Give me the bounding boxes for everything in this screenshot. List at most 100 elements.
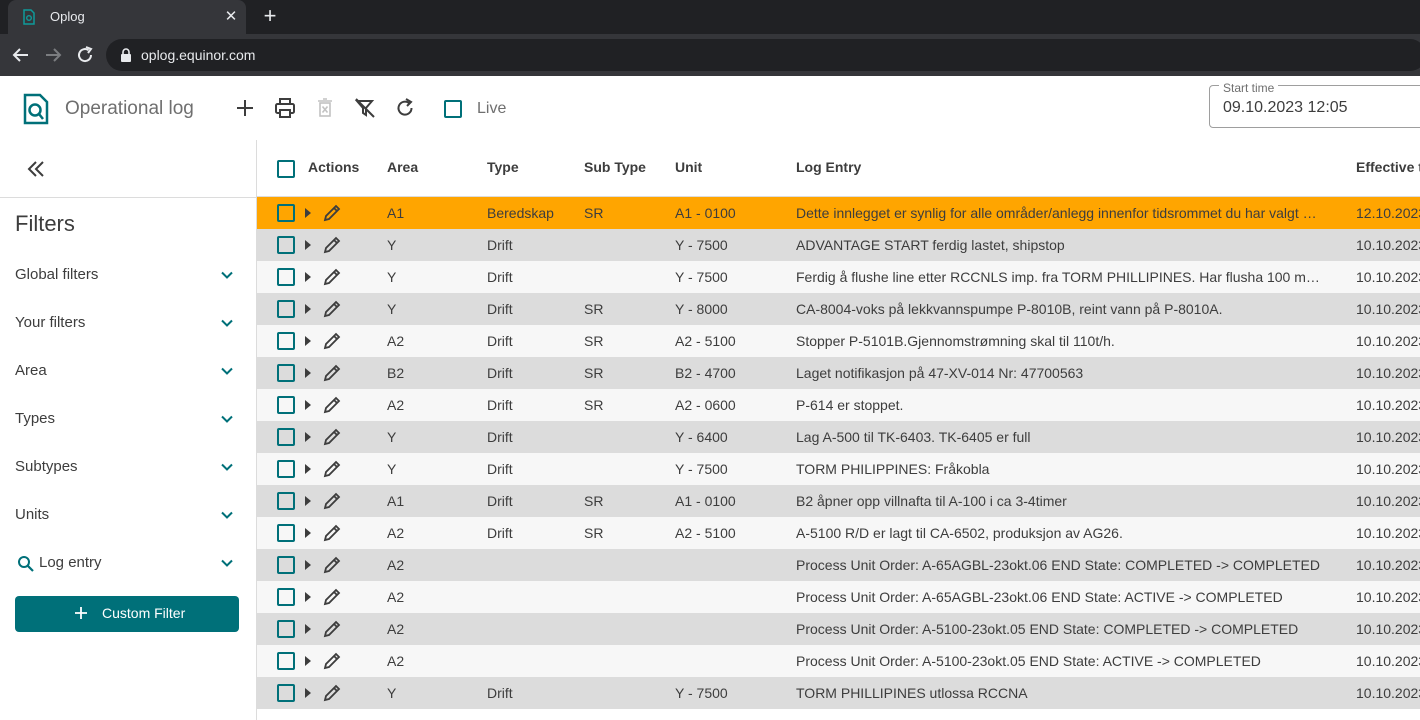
close-tab-icon[interactable]: ✕: [221, 7, 241, 27]
custom-filter-button[interactable]: Custom Filter: [15, 596, 239, 632]
header-area[interactable]: Area: [387, 159, 418, 175]
reload-icon[interactable]: [73, 43, 97, 67]
edit-pencil-icon[interactable]: [322, 235, 342, 255]
table-row[interactable]: A2 Drift SR A2 - 5100 Stopper P-5101B.Gjenno…: [257, 325, 1420, 357]
table-row[interactable]: Y Drift Y - 7500 ADVANTAGE START ferdig las…: [257, 229, 1420, 261]
expand-row-icon[interactable]: [305, 464, 311, 474]
header-sub-type[interactable]: Sub Type: [584, 159, 646, 175]
clear-filter-icon[interactable]: [353, 96, 377, 120]
row-checkbox[interactable]: [277, 492, 295, 510]
chevron-down-icon: [221, 319, 233, 327]
forward-arrow-icon[interactable]: [41, 43, 65, 67]
expand-row-icon[interactable]: [305, 400, 311, 410]
filter-area[interactable]: Area: [0, 352, 256, 392]
filter-your[interactable]: Your filters: [0, 304, 256, 344]
delete-icon[interactable]: [313, 96, 337, 120]
cell-effective-time: 10.10.2023: [1356, 493, 1420, 509]
table-row[interactable]: A2 Process Unit Order: A-65AGBL-23okt.06 …: [257, 581, 1420, 613]
cell-sub-type: SR: [584, 525, 604, 541]
table-row[interactable]: Y Drift Y - 7500 Ferdig å flushe line etter…: [257, 261, 1420, 293]
expand-row-icon[interactable]: [305, 656, 311, 666]
row-checkbox[interactable]: [277, 268, 295, 286]
table-row[interactable]: Y Drift Y - 7500 TORM PHILLIPINES utlossa R…: [257, 677, 1420, 709]
cell-log-entry: Process Unit Order: A-65AGBL-23okt.06 EN…: [796, 557, 1321, 573]
edit-pencil-icon[interactable]: [322, 619, 342, 639]
expand-row-icon[interactable]: [305, 432, 311, 442]
edit-pencil-icon[interactable]: [322, 459, 342, 479]
expand-row-icon[interactable]: [305, 336, 311, 346]
edit-pencil-icon[interactable]: [322, 427, 342, 447]
expand-row-icon[interactable]: [305, 272, 311, 282]
filter-types[interactable]: Types: [0, 400, 256, 440]
filter-log-entry[interactable]: Log entry: [0, 544, 256, 584]
edit-pencil-icon[interactable]: [322, 299, 342, 319]
expand-row-icon[interactable]: [305, 592, 311, 602]
row-checkbox[interactable]: [277, 300, 295, 318]
row-checkbox[interactable]: [277, 652, 295, 670]
browser-tab[interactable]: Oplog ✕: [8, 0, 246, 34]
edit-pencil-icon[interactable]: [322, 491, 342, 511]
row-checkbox[interactable]: [277, 556, 295, 574]
row-checkbox[interactable]: [277, 684, 295, 702]
expand-row-icon[interactable]: [305, 624, 311, 634]
table-row[interactable]: A2 Process Unit Order: A-5100-23okt.05 EN…: [257, 613, 1420, 645]
table-row[interactable]: Y Drift SR Y - 8000 CA-8004-voks på lekkvann…: [257, 293, 1420, 325]
row-checkbox[interactable]: [277, 428, 295, 446]
edit-pencil-icon[interactable]: [322, 363, 342, 383]
header-type[interactable]: Type: [487, 159, 519, 175]
row-checkbox[interactable]: [277, 588, 295, 606]
expand-row-icon[interactable]: [305, 368, 311, 378]
table-row[interactable]: A2 Process Unit Order: A-5100-23okt.05 EN…: [257, 645, 1420, 677]
edit-pencil-icon[interactable]: [322, 395, 342, 415]
cell-sub-type: SR: [584, 493, 604, 509]
row-checkbox[interactable]: [277, 364, 295, 382]
row-checkbox[interactable]: [277, 460, 295, 478]
filter-global[interactable]: Global filters: [0, 256, 256, 296]
table-row[interactable]: B2 Drift SR B2 - 4700 Laget notifikasjon på …: [257, 357, 1420, 389]
select-all-checkbox[interactable]: [277, 160, 295, 178]
row-checkbox[interactable]: [277, 620, 295, 638]
table-row[interactable]: A2 Process Unit Order: A-65AGBL-23okt.06 …: [257, 549, 1420, 581]
expand-row-icon[interactable]: [305, 496, 311, 506]
expand-row-icon[interactable]: [305, 528, 311, 538]
row-checkbox[interactable]: [277, 204, 295, 222]
row-checkbox[interactable]: [277, 332, 295, 350]
refresh-icon[interactable]: [393, 96, 417, 120]
row-checkbox[interactable]: [277, 236, 295, 254]
cell-type: Beredskap: [487, 205, 554, 221]
address-bar[interactable]: oplog.equinor.com: [106, 39, 1420, 71]
print-icon[interactable]: [273, 96, 297, 120]
edit-pencil-icon[interactable]: [322, 203, 342, 223]
table-row[interactable]: Y Drift Y - 6400 Lag A-500 til TK-6403. TK-…: [257, 421, 1420, 453]
expand-row-icon[interactable]: [305, 304, 311, 314]
expand-row-icon[interactable]: [305, 688, 311, 698]
table-row[interactable]: A2 Drift SR A2 - 0600 P-614 er stoppet. 10.10…: [257, 389, 1420, 421]
cell-area: Y: [387, 269, 397, 285]
back-arrow-icon[interactable]: [9, 43, 33, 67]
live-checkbox[interactable]: [444, 100, 462, 118]
header-effective-time[interactable]: Effective ti: [1356, 159, 1420, 175]
expand-row-icon[interactable]: [305, 560, 311, 570]
edit-pencil-icon[interactable]: [322, 683, 342, 703]
edit-pencil-icon[interactable]: [322, 587, 342, 607]
new-tab-button[interactable]: +: [258, 5, 282, 29]
collapse-sidebar-icon[interactable]: [24, 157, 48, 181]
expand-row-icon[interactable]: [305, 208, 311, 218]
edit-pencil-icon[interactable]: [322, 267, 342, 287]
row-checkbox[interactable]: [277, 396, 295, 414]
edit-pencil-icon[interactable]: [322, 331, 342, 351]
expand-row-icon[interactable]: [305, 240, 311, 250]
header-unit[interactable]: Unit: [675, 159, 702, 175]
edit-pencil-icon[interactable]: [322, 651, 342, 671]
table-row[interactable]: A1 Beredskap SR A1 - 0100 Dette innlegget er…: [257, 197, 1420, 229]
table-row[interactable]: A2 Drift SR A2 - 5100 A-5100 R/D er lagt til…: [257, 517, 1420, 549]
header-log-entry[interactable]: Log Entry: [796, 159, 861, 175]
add-icon[interactable]: [233, 96, 257, 120]
edit-pencil-icon[interactable]: [322, 523, 342, 543]
edit-pencil-icon[interactable]: [322, 555, 342, 575]
filter-units[interactable]: Units: [0, 496, 256, 536]
table-row[interactable]: Y Drift Y - 7500 TORM PHILIPPINES: Fråkobla…: [257, 453, 1420, 485]
row-checkbox[interactable]: [277, 524, 295, 542]
table-row[interactable]: A1 Drift SR A1 - 0100 B2 åpner opp villnafta…: [257, 485, 1420, 517]
filter-subtypes[interactable]: Subtypes: [0, 448, 256, 488]
